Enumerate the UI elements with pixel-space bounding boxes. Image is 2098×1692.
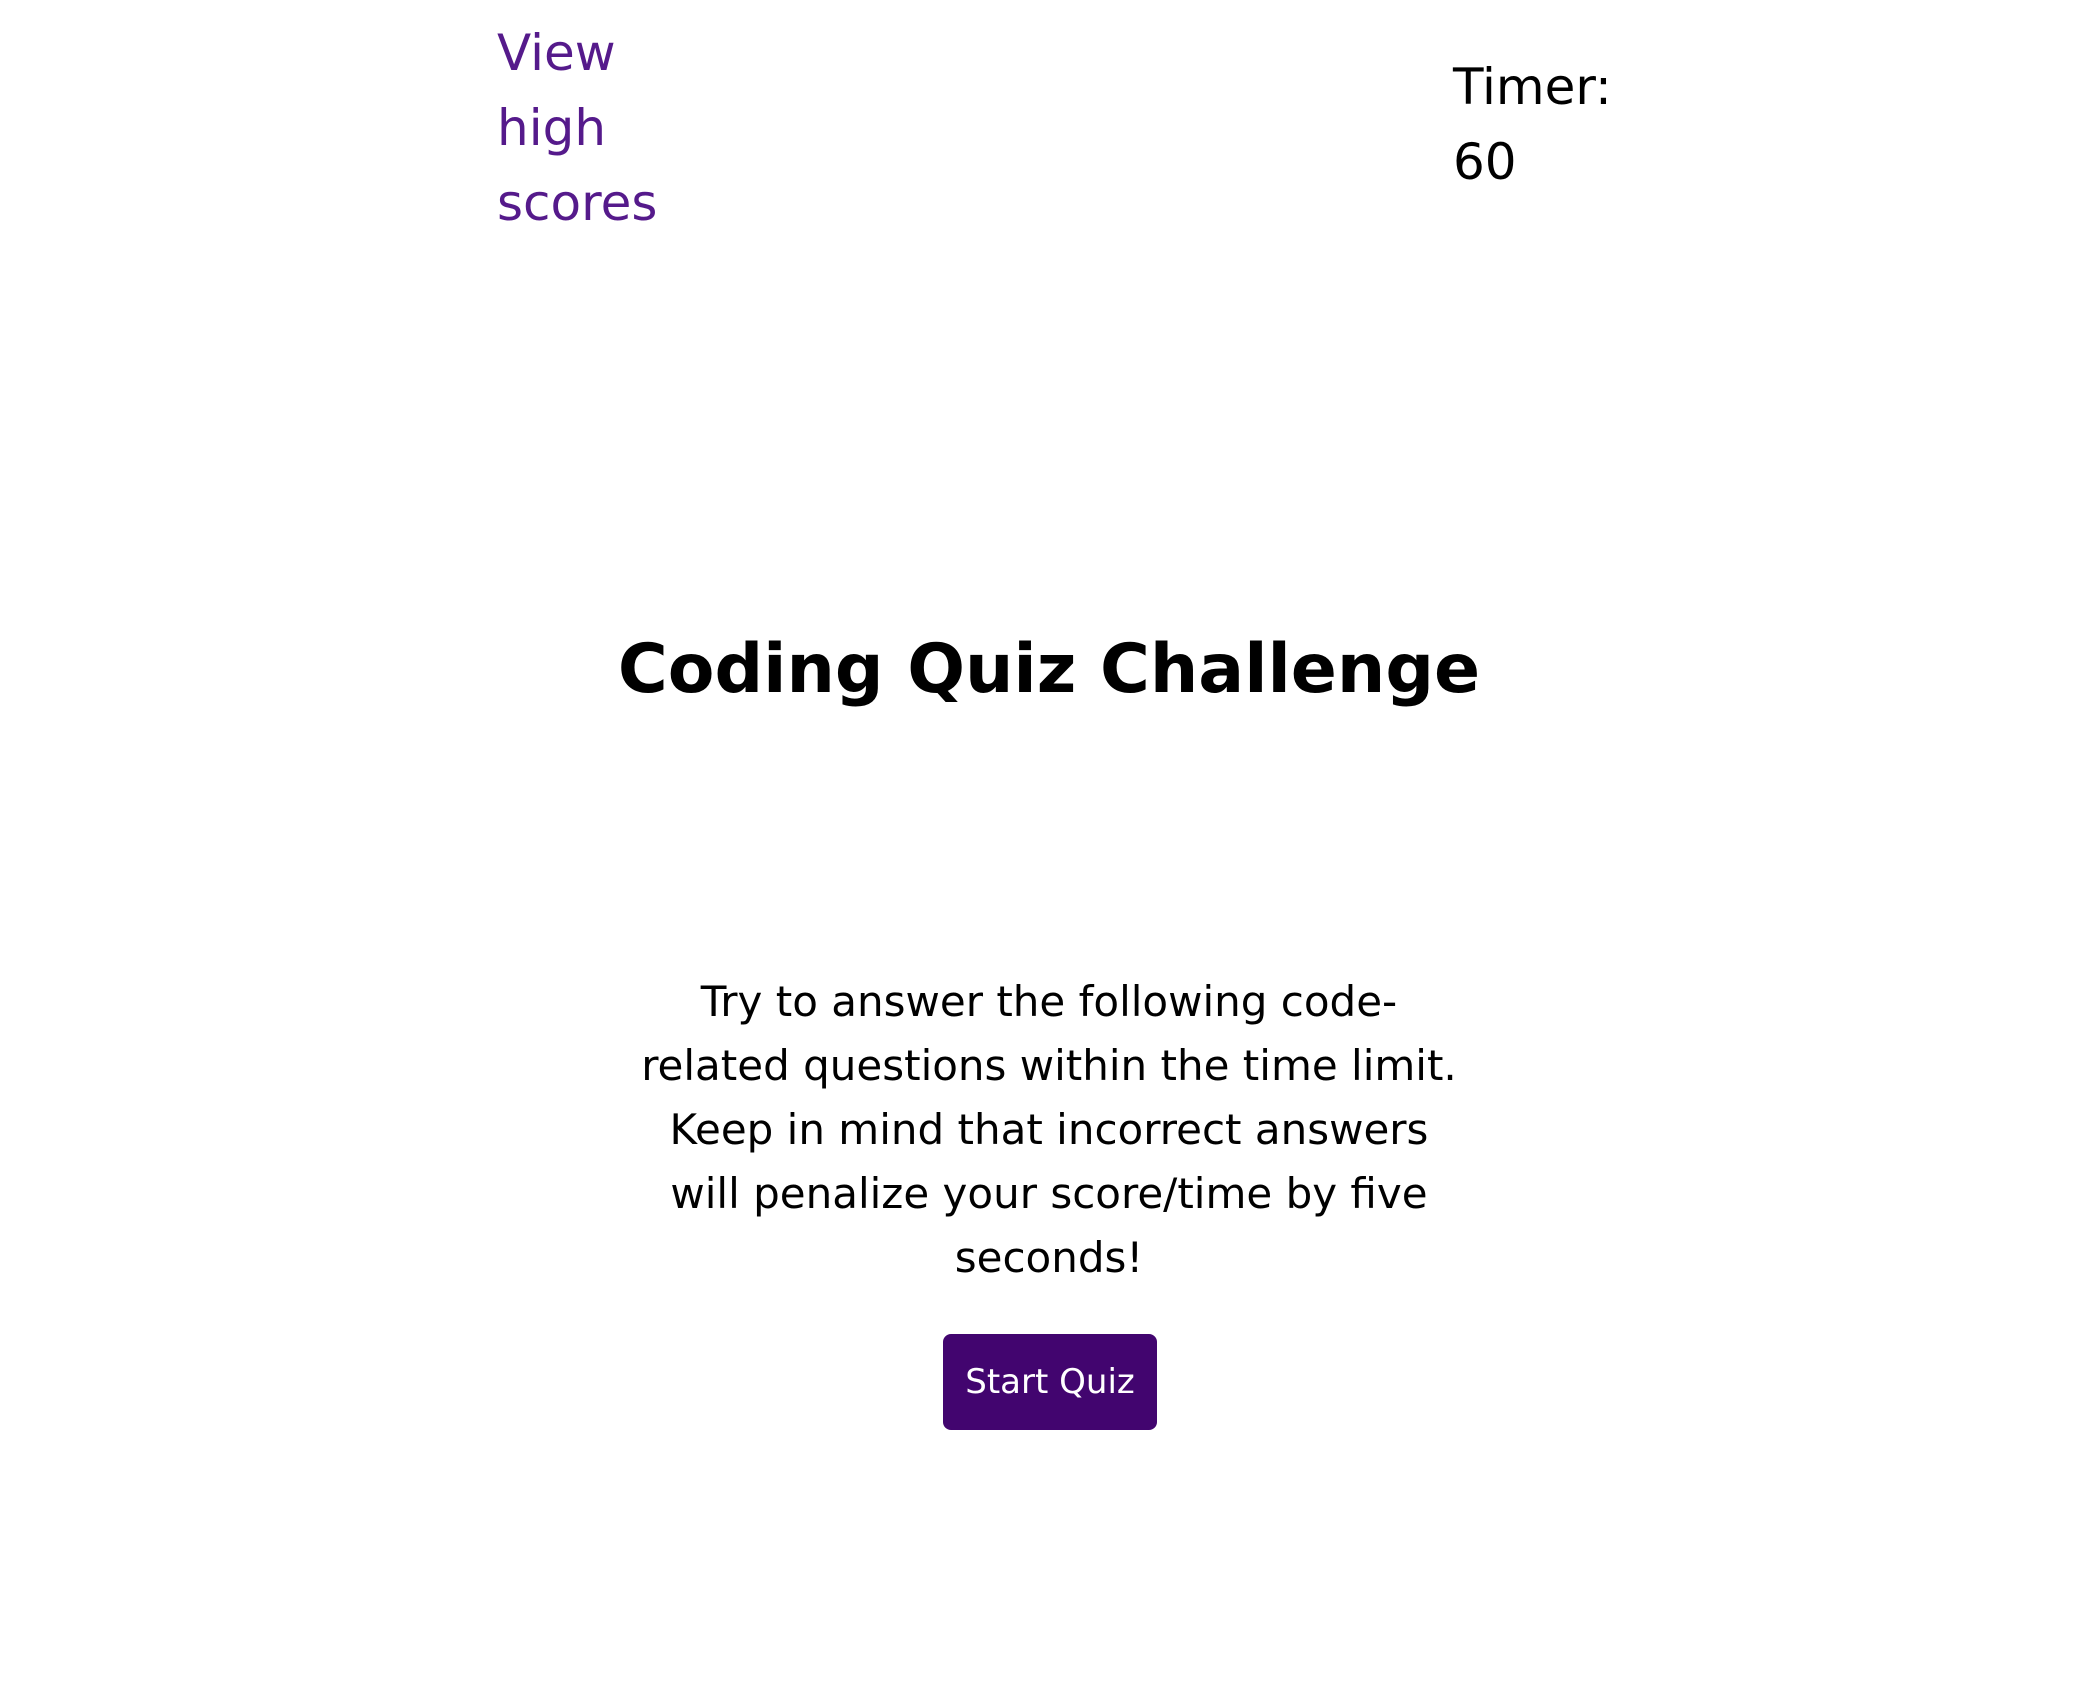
timer-value: 60 [1453,133,1517,191]
timer-label: Timer: [1453,58,1612,116]
start-quiz-button[interactable]: Start Quiz [943,1334,1157,1430]
page-title: Coding Quiz Challenge [617,630,1481,709]
quiz-instructions: Try to answer the following code-related… [641,977,1457,1282]
timer: Timer: 60 [1453,50,1673,200]
view-high-scores-link[interactable]: View high scores [497,16,697,241]
